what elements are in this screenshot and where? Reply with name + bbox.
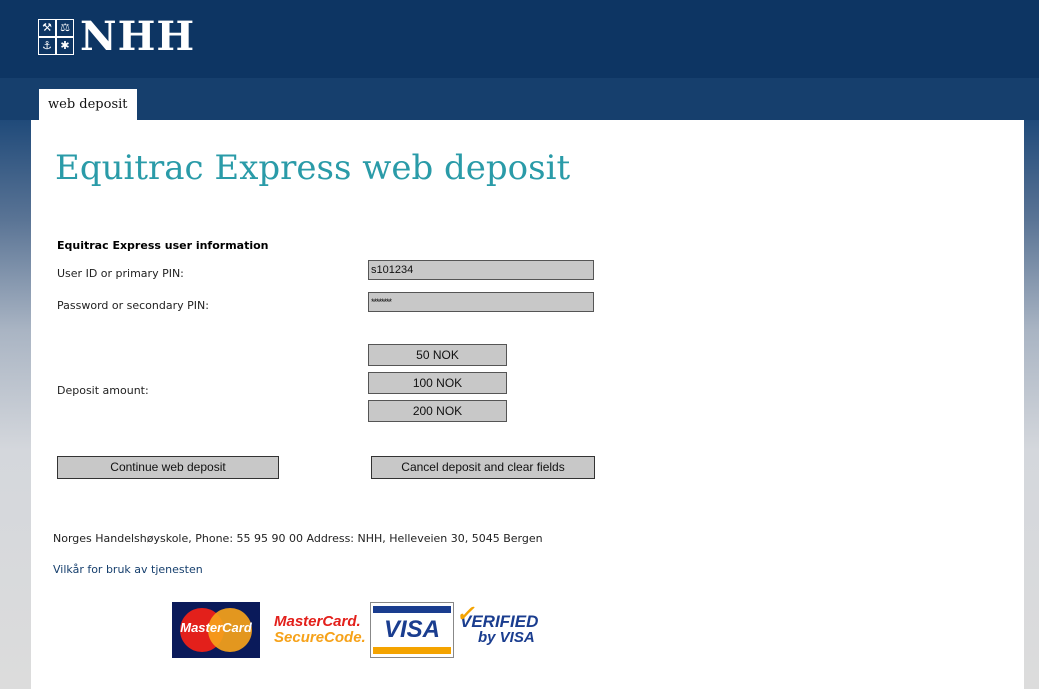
user-id-label: User ID or primary PIN: bbox=[57, 267, 184, 280]
visa-logo: VISA bbox=[370, 602, 454, 658]
mastercard-logo-text: MasterCard bbox=[180, 620, 252, 635]
verified-by-visa-logo: ✓ VERIFIED by VISA bbox=[456, 601, 539, 646]
section-title: Equitrac Express user information bbox=[57, 239, 269, 252]
password-label: Password or secondary PIN: bbox=[57, 299, 209, 312]
logo-text: NHH bbox=[80, 13, 196, 60]
checkmark-icon: ✓ bbox=[456, 601, 475, 626]
cancel-button[interactable]: Cancel deposit and clear fields bbox=[371, 456, 595, 479]
tab-web-deposit[interactable]: web deposit bbox=[39, 89, 137, 120]
payment-logos: MasterCard MasterCard. SecureCode. VISA … bbox=[172, 602, 550, 658]
user-id-input[interactable]: s101234 bbox=[368, 260, 594, 280]
nhh-emblem-icon: ⚒ ⚖ ⚓ ✱ bbox=[38, 19, 74, 55]
main-content: Equitrac Express web deposit Equitrac Ex… bbox=[31, 120, 1024, 689]
amount-200-button[interactable]: 200 NOK bbox=[368, 400, 507, 422]
header-band bbox=[0, 78, 1039, 120]
contact-info: Norges Handelshøyskole, Phone: 55 95 90 … bbox=[53, 532, 543, 545]
password-input[interactable]: ******** bbox=[368, 292, 594, 312]
mastercard-logo: MasterCard bbox=[172, 602, 260, 658]
terms-link[interactable]: Vilkår for bruk av tjenesten bbox=[53, 563, 203, 576]
mastercard-securecode-logo: MasterCard. SecureCode. bbox=[274, 613, 366, 646]
amount-100-button[interactable]: 100 NOK bbox=[368, 372, 507, 394]
page-title: Equitrac Express web deposit bbox=[55, 148, 571, 188]
deposit-amount-label: Deposit amount: bbox=[57, 384, 149, 397]
amount-50-button[interactable]: 50 NOK bbox=[368, 344, 507, 366]
nhh-logo[interactable]: ⚒ ⚖ ⚓ ✱ NHH bbox=[38, 17, 195, 57]
continue-button[interactable]: Continue web deposit bbox=[57, 456, 279, 479]
